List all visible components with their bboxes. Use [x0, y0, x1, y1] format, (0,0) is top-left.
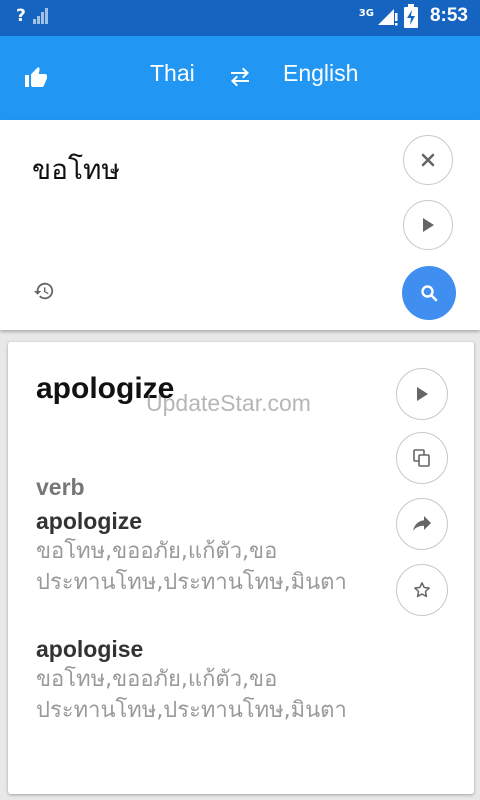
clear-button[interactable] [403, 135, 453, 185]
battery-icon [403, 4, 418, 28]
like-button[interactable] [24, 66, 50, 92]
status-time: 8:53 [429, 5, 468, 26]
app-bar: Thai English [0, 36, 480, 120]
signal-bars-icon [32, 8, 48, 24]
status-bar: ? 3G 8:53 [0, 0, 480, 36]
favorite-button[interactable] [396, 564, 448, 616]
dictionary-entry: apologise ขอโทษ,ขออภัย,แก้ตัว,ขอประทานโท… [36, 634, 386, 726]
history-button[interactable] [33, 280, 55, 302]
entry-synonyms: ขอโทษ,ขออภัย,แก้ตัว,ขอประทานโทษ,ประทานโท… [36, 667, 347, 723]
play-icon [417, 387, 428, 401]
swap-languages-button[interactable] [227, 65, 253, 89]
thumbs-up-icon [25, 67, 47, 87]
input-panel: ขอโทษ [0, 120, 480, 330]
status-right: 3G 8:53 [359, 4, 468, 28]
entry-word: apologise [36, 636, 144, 662]
swap-icon [231, 67, 249, 87]
watermark: UpdateStar.com [146, 390, 311, 416]
play-icon [423, 218, 434, 232]
dictionary-entry: apologize ขอโทษ,ขออภัย,แก้ตัว,ขอประทานโท… [36, 506, 386, 598]
cell-signal-icon [377, 9, 398, 26]
speak-source-button[interactable] [403, 200, 453, 250]
source-text-input[interactable]: ขอโทษ [32, 148, 120, 192]
close-icon [421, 153, 435, 167]
source-language-button[interactable]: Thai [150, 60, 195, 87]
status-signal: ? [16, 6, 50, 26]
translate-button[interactable] [402, 266, 456, 320]
star-icon [414, 582, 430, 598]
speak-result-button[interactable] [396, 368, 448, 420]
entry-synonyms: ขอโทษ,ขออภัย,แก้ตัว,ขอประทานโทษ,ประทานโท… [36, 539, 347, 595]
result-card: apologize UpdateStar.com verb apologize … [8, 342, 474, 794]
signal-unknown-label: ? [16, 6, 26, 26]
search-icon [421, 285, 438, 302]
copy-button[interactable] [396, 432, 448, 484]
entry-word: apologize [36, 508, 143, 534]
share-icon [413, 516, 431, 531]
share-button[interactable] [396, 498, 448, 550]
history-icon [33, 282, 54, 300]
part-of-speech: verb [36, 474, 85, 500]
copy-icon [413, 449, 430, 467]
network-type-label: 3G [358, 7, 374, 19]
target-language-button[interactable]: English [283, 60, 358, 87]
